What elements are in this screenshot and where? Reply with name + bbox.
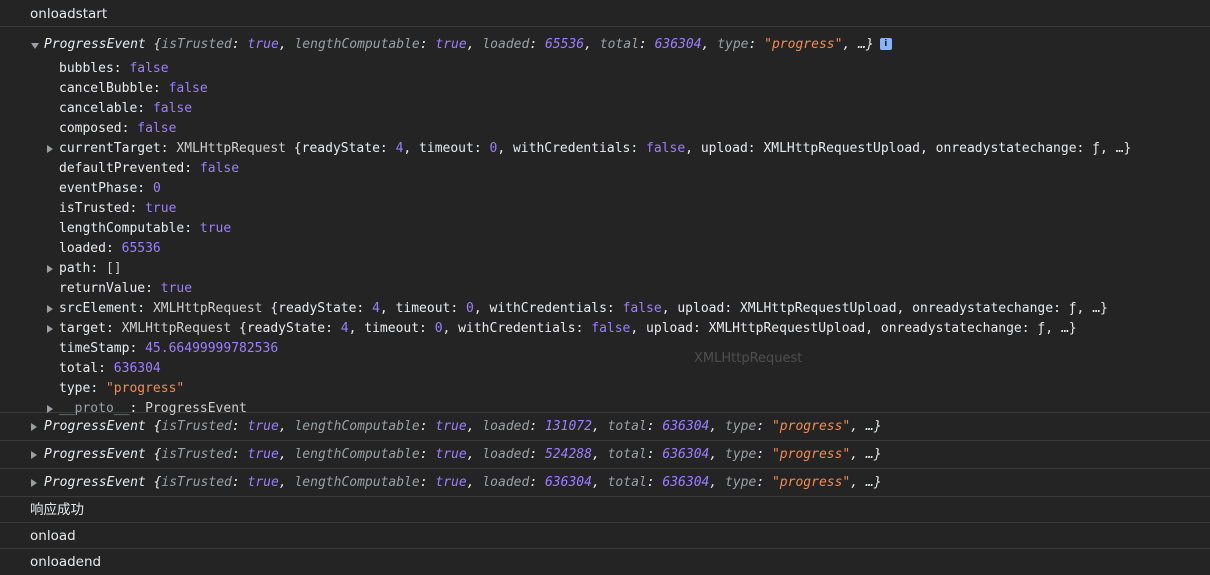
collapse-triangle-icon[interactable] [31, 43, 39, 49]
event-type: "progress" [771, 419, 851, 434]
property-row-currentTarget[interactable]: currentTarget: XMLHttpRequest {readyStat… [0, 139, 1210, 159]
property-value: false [152, 101, 193, 116]
property-value: 0 [152, 181, 161, 196]
property-key: defaultPrevented [59, 161, 185, 176]
expand-triangle-icon[interactable] [47, 305, 53, 313]
property-key: loaded [59, 241, 106, 256]
log-line-onload: onload [0, 523, 1210, 549]
summary-total: 636304 [654, 37, 702, 52]
property-key: currentTarget [59, 141, 161, 156]
log-entry-progress-event-collapsed[interactable]: ProgressEvent {isTrusted: true, lengthCo… [0, 441, 1210, 469]
property-row-target[interactable]: target: XMLHttpRequest {readyState: 4, t… [0, 319, 1210, 339]
log-entry-progress-event-collapsed[interactable]: ProgressEvent {isTrusted: true, lengthCo… [0, 413, 1210, 441]
event-total: 636304 [662, 475, 710, 490]
property-row-cancelBubble: cancelBubble: false [59, 81, 208, 96]
property-key: cancelBubble [59, 81, 153, 96]
event-total: 636304 [662, 447, 710, 462]
property-row-type: type: "progress" [59, 381, 185, 396]
property-key: lengthComputable [59, 221, 185, 236]
property-key: timeStamp [59, 341, 130, 356]
event-loaded: 131072 [544, 419, 592, 434]
event-type: "progress" [771, 447, 851, 462]
event-total: 636304 [662, 419, 710, 434]
property-row-isTrusted: isTrusted: true [59, 201, 177, 216]
expand-triangle-icon[interactable] [47, 325, 53, 333]
property-value: true [160, 281, 193, 296]
property-key: total [59, 361, 99, 376]
property-value: true [145, 201, 177, 216]
property-key: isTrusted [59, 201, 130, 216]
property-key: cancelable [59, 101, 138, 116]
summary-type: "progress" [764, 37, 843, 52]
event-loaded: 636304 [544, 475, 592, 490]
expand-triangle-icon[interactable] [31, 451, 37, 459]
log-line-onloadstart: onloadstart [0, 0, 1210, 27]
property-key: path [59, 261, 91, 276]
log-line-onloadend: onloadend [30, 554, 102, 570]
expand-triangle-icon[interactable] [47, 405, 53, 413]
property-value: false [168, 81, 208, 96]
property-row-eventPhase: eventPhase: 0 [59, 181, 161, 196]
property-row-defaultPrevented: defaultPrevented: false [59, 161, 240, 176]
property-key: composed [59, 121, 122, 136]
property-row-timeStamp: timeStamp: 45.66499999782536 [59, 341, 279, 356]
property-value: true [199, 221, 232, 236]
expand-triangle-icon[interactable] [31, 479, 37, 487]
summary-loaded: 65536 [544, 37, 585, 52]
event-type: "progress" [771, 475, 851, 490]
event-class-name: ProgressEvent [44, 37, 146, 52]
expand-triangle-icon[interactable] [31, 423, 37, 431]
property-value: "progress" [105, 381, 185, 396]
property-key: eventPhase [59, 181, 138, 196]
info-icon[interactable]: i [879, 38, 892, 50]
log-entry-progress-event-collapsed[interactable]: ProgressEvent {isTrusted: true, lengthCo… [0, 469, 1210, 497]
log-line-success: 响应成功 [0, 497, 1210, 523]
property-value: false [129, 61, 169, 76]
property-row-returnValue: returnValue: true [59, 281, 193, 296]
property-key: returnValue [59, 281, 146, 296]
property-value: [] [105, 261, 122, 276]
property-value: 65536 [121, 241, 161, 256]
property-key: bubbles [59, 61, 114, 76]
property-row-path[interactable]: path: [] [0, 259, 1210, 279]
property-row-total: total: 636304 [59, 361, 161, 376]
log-entry-progress-event-expanded: ProgressEvent {isTrusted: true, lengthCo… [0, 27, 1210, 416]
property-row-lengthComputable: lengthComputable: true [59, 221, 232, 236]
property-value: 45.66499999782536 [145, 341, 279, 356]
property-row-loaded: loaded: 65536 [59, 241, 161, 256]
event-loaded: 524288 [544, 447, 592, 462]
property-value: false [137, 121, 177, 136]
property-row-cancelable: cancelable: false [59, 101, 193, 116]
property-row-bubbles: bubbles: false [59, 61, 169, 76]
property-key: srcElement [59, 301, 138, 316]
hover-tooltip-ghost: XMLHttpRequest [694, 351, 803, 366]
event-summary-header[interactable]: ProgressEvent {isTrusted: true, lengthCo… [0, 31, 1210, 59]
event-properties-list: bubbles: false cancelBubble: false cancela… [0, 59, 1210, 419]
property-key: target [59, 321, 106, 336]
expand-triangle-icon[interactable] [47, 145, 53, 153]
expand-triangle-icon[interactable] [47, 265, 53, 273]
property-value: 636304 [113, 361, 161, 376]
property-row-srcElement[interactable]: srcElement: XMLHttpRequest {readyState: … [0, 299, 1210, 319]
property-key: type [59, 381, 91, 396]
property-value: false [199, 161, 240, 176]
property-row-composed: composed: false [59, 121, 177, 136]
